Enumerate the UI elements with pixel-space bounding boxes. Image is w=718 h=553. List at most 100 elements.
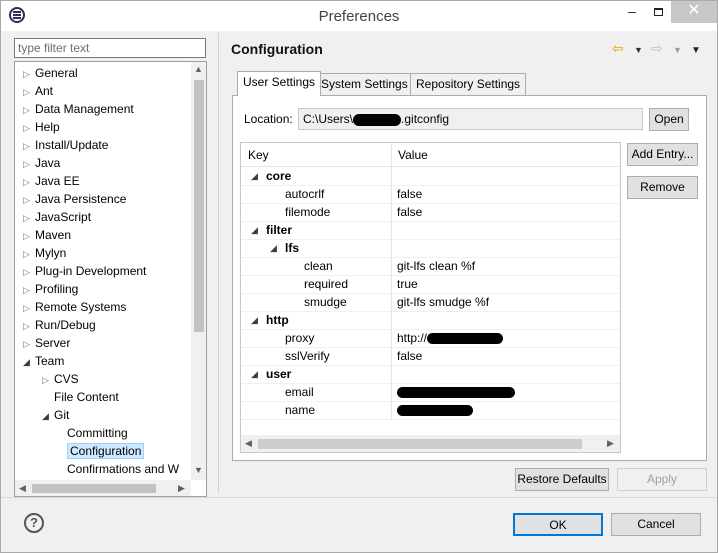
config-section-row[interactable]: ◢ core	[241, 168, 620, 186]
collapse-arrow-icon[interactable]: ◢	[251, 222, 258, 239]
expand-arrow-icon[interactable]: ▷	[23, 281, 35, 299]
config-entry-row[interactable]: clean git-lfs clean %f	[241, 258, 620, 276]
expand-arrow-icon[interactable]: ▷	[23, 227, 35, 245]
tree-item[interactable]: ▷ Help	[23, 118, 60, 136]
tree-item[interactable]: ▷ CVS	[42, 370, 79, 388]
tree-item-label: Help	[35, 120, 60, 134]
tab-system-settings[interactable]: System Settings	[315, 73, 414, 95]
config-entry-row[interactable]: email	[241, 384, 620, 402]
expand-arrow-icon[interactable]: ▷	[23, 83, 35, 101]
scroll-up-icon[interactable]: ▲	[194, 64, 203, 74]
config-entry-row[interactable]: sslVerify false	[241, 348, 620, 366]
config-entry-row[interactable]: required true	[241, 276, 620, 294]
expand-arrow-icon[interactable]: ▷	[23, 65, 35, 83]
tree-item[interactable]: ▷ Server	[23, 334, 70, 352]
tree-item[interactable]: Committing	[61, 424, 128, 442]
tree-vertical-scrollbar[interactable]: ▲ ▼	[191, 62, 206, 480]
filter-input[interactable]	[14, 38, 206, 58]
config-entry-row[interactable]: name	[241, 402, 620, 420]
config-section-row[interactable]: ◢ user	[241, 366, 620, 384]
help-icon[interactable]: ?	[24, 513, 44, 533]
view-menu-icon[interactable]: ▼	[691, 45, 701, 56]
tree-item-label: Committing	[67, 426, 128, 440]
tree-item[interactable]: ▷ Java	[23, 154, 60, 172]
config-section-row[interactable]: ◢ lfs	[241, 240, 620, 258]
tree-item[interactable]: ▷ Plug-in Development	[23, 262, 146, 280]
pane-divider[interactable]	[218, 33, 219, 493]
tab-repository-settings[interactable]: Repository Settings	[410, 73, 527, 95]
forward-arrow-icon[interactable]: ⇨	[651, 40, 663, 57]
tree-item[interactable]: ◢ Team	[23, 352, 64, 370]
tree-item[interactable]: ▷ Mylyn	[23, 244, 66, 262]
tree-item[interactable]: Configuration	[61, 442, 145, 460]
key-column-header[interactable]: Key	[248, 148, 269, 162]
expand-arrow-icon[interactable]: ▷	[23, 335, 35, 353]
tree-item[interactable]: File Content	[42, 388, 119, 406]
tree-item[interactable]: ▷ Profiling	[23, 280, 78, 298]
config-key: clean	[304, 259, 333, 273]
remove-button[interactable]: Remove	[627, 176, 698, 199]
tree-item[interactable]: ▷ General	[23, 64, 78, 82]
collapse-arrow-icon[interactable]: ◢	[270, 240, 277, 257]
scroll-down-icon[interactable]: ▼	[194, 465, 203, 475]
expand-arrow-icon[interactable]: ▷	[23, 245, 35, 263]
config-entry-row[interactable]: autocrlf false	[241, 186, 620, 204]
expand-arrow-icon[interactable]: ▷	[23, 173, 35, 191]
collapse-arrow-icon[interactable]: ◢	[23, 353, 35, 371]
config-entry-row[interactable]: smudge git-lfs smudge %f	[241, 294, 620, 312]
collapse-arrow-icon[interactable]: ◢	[42, 407, 54, 425]
close-button[interactable]: ✕	[671, 1, 717, 23]
tree-horizontal-scrollbar[interactable]: ◀ ▶	[15, 480, 191, 496]
table-horizontal-scrollbar[interactable]: ◀ ▶	[241, 435, 620, 452]
config-key: required	[304, 277, 349, 291]
tree-item[interactable]: ◢ Git	[42, 406, 69, 424]
tree-scroll-thumb[interactable]	[194, 80, 204, 332]
expand-arrow-icon[interactable]: ▷	[23, 299, 35, 317]
open-button[interactable]: Open	[649, 108, 689, 131]
expand-arrow-icon[interactable]: ▷	[23, 209, 35, 227]
back-arrow-icon[interactable]: ⇦	[612, 40, 624, 57]
expand-arrow-icon[interactable]: ▷	[23, 191, 35, 209]
collapse-arrow-icon[interactable]: ◢	[251, 168, 258, 185]
tree-item[interactable]: ▷ Java EE	[23, 172, 80, 190]
forward-history-dropdown-icon[interactable]: ▼	[673, 45, 682, 55]
expand-arrow-icon[interactable]: ▷	[23, 119, 35, 137]
expand-arrow-icon[interactable]: ▷	[23, 263, 35, 281]
collapse-arrow-icon[interactable]: ◢	[251, 312, 258, 329]
value-column-header[interactable]: Value	[398, 148, 428, 162]
back-history-dropdown-icon[interactable]: ▼	[634, 45, 643, 55]
ok-button[interactable]: OK	[513, 513, 603, 536]
tree-item[interactable]: ▷ Maven	[23, 226, 71, 244]
tab-user-settings[interactable]: User Settings	[237, 71, 322, 96]
cancel-button[interactable]: Cancel	[611, 513, 701, 536]
apply-button[interactable]: Apply	[617, 468, 707, 491]
tree-item[interactable]: ▷ Data Management	[23, 100, 134, 118]
scroll-right-icon[interactable]: ▶	[178, 483, 185, 494]
tree-item[interactable]: Confirmations and W	[61, 460, 179, 478]
scroll-left-icon[interactable]: ◀	[245, 438, 252, 449]
tree-item[interactable]: ▷ JavaScript	[23, 208, 91, 226]
tree-item[interactable]: ▷ Remote Systems	[23, 298, 126, 316]
scroll-left-icon[interactable]: ◀	[19, 483, 26, 494]
add-entry-button[interactable]: Add Entry...	[627, 143, 698, 166]
config-entry-row[interactable]: filemode false	[241, 204, 620, 222]
scroll-right-icon[interactable]: ▶	[607, 438, 614, 449]
tree-hscroll-thumb[interactable]	[32, 484, 156, 493]
maximize-button[interactable]	[645, 1, 671, 23]
expand-arrow-icon[interactable]: ▷	[23, 155, 35, 173]
config-entry-row[interactable]: proxy http://	[241, 330, 620, 348]
collapse-arrow-icon[interactable]: ◢	[251, 366, 258, 383]
expand-arrow-icon[interactable]: ▷	[23, 137, 35, 155]
config-section-row[interactable]: ◢ http	[241, 312, 620, 330]
minimize-button[interactable]: –	[619, 1, 645, 23]
expand-arrow-icon[interactable]: ▷	[23, 101, 35, 119]
restore-defaults-button[interactable]: Restore Defaults	[515, 468, 609, 491]
expand-arrow-icon[interactable]: ▷	[42, 371, 54, 389]
expand-arrow-icon[interactable]: ▷	[23, 317, 35, 335]
tree-item[interactable]: ▷ Java Persistence	[23, 190, 126, 208]
config-section-row[interactable]: ◢ filter	[241, 222, 620, 240]
tree-item[interactable]: ▷ Run/Debug	[23, 316, 96, 334]
tree-item[interactable]: ▷ Ant	[23, 82, 53, 100]
table-hscroll-thumb[interactable]	[258, 439, 582, 449]
tree-item[interactable]: ▷ Install/Update	[23, 136, 108, 154]
